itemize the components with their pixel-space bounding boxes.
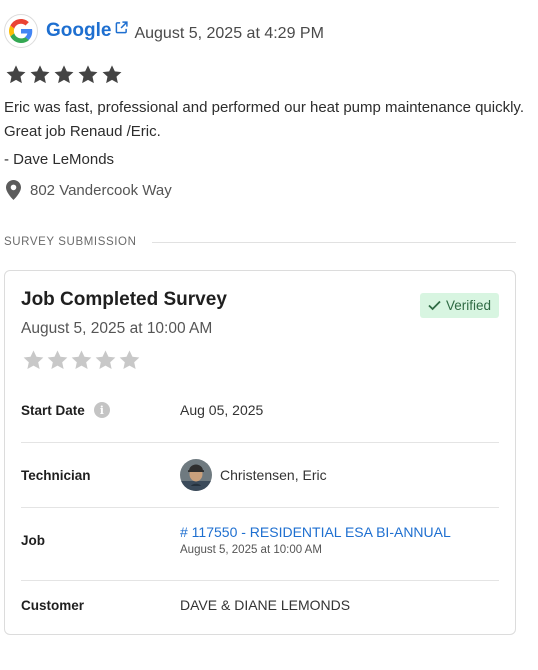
row-job: Job # 117550 - RESIDENTIAL ESA BI-ANNUAL… [21,524,499,556]
location-text: 802 Vandercook Way [30,181,172,199]
row-divider [21,507,499,508]
section-header: SURVEY SUBMISSION [4,236,516,248]
info-icon[interactable]: i [93,402,110,418]
customer-label: Customer [21,597,85,613]
technician-label: Technician [21,467,91,483]
star-icon [30,65,50,84]
source-label[interactable]: Google [46,20,111,42]
job-value-wrap: # 117550 - RESIDENTIAL ESA BI-ANNUAL Aug… [180,524,451,556]
review-location: 802 Vandercook Way [6,180,172,200]
technician-name: Christensen, Eric [220,467,327,483]
verified-badge: Verified [419,293,499,318]
review-header: Google August 5, 2025 at 4:29 PM [4,14,324,48]
review-rating [5,64,123,86]
start-date-value: Aug 05, 2025 [180,402,264,418]
customer-value: DAVE & DIANE LEMONDS [180,597,351,613]
job-date: August 5, 2025 at 10:00 AM [180,544,322,556]
survey-card: Job Completed Survey August 5, 2025 at 1… [4,270,516,635]
star-icon [78,65,98,84]
job-link[interactable]: # 117550 - RESIDENTIAL ESA BI-ANNUAL [180,524,451,540]
technician-value-wrap: Christensen, Eric [180,459,327,491]
checkmark-icon [428,300,441,311]
location-pin-icon [6,180,21,200]
row-customer: Customer DAVE & DIANE LEMONDS [21,597,499,613]
survey-title: Job Completed Survey [21,289,227,310]
star-icon [54,65,74,84]
review-date: August 5, 2025 at 4:29 PM [134,25,324,42]
technician-avatar [180,459,212,491]
external-link-icon[interactable] [115,21,129,34]
review-author: - Dave LeMonds [4,151,115,168]
row-start-date: Start Date i Aug 05, 2025 [21,402,499,418]
survey-date: August 5, 2025 at 10:00 AM [21,320,213,337]
start-date-label: Start Date [21,402,85,418]
google-logo-icon [4,14,38,48]
review-text: Eric was fast, professional and performe… [4,99,524,140]
row-divider [21,442,499,443]
star-icon [119,350,140,370]
section-label: SURVEY SUBMISSION [4,236,137,248]
start-date-label-wrap: Start Date i [21,402,180,418]
star-icon [6,65,26,84]
row-divider [21,580,499,581]
star-icon [71,350,92,370]
verified-label: Verified [445,298,491,313]
survey-rating [22,349,141,372]
star-icon [47,350,68,370]
star-icon [102,65,122,84]
star-icon [95,350,116,370]
job-label: Job [21,532,46,548]
section-divider [152,241,516,243]
star-icon [23,350,44,370]
row-technician: Technician Christensen, Eric [21,459,499,491]
google-source-link[interactable]: Google [46,20,129,42]
